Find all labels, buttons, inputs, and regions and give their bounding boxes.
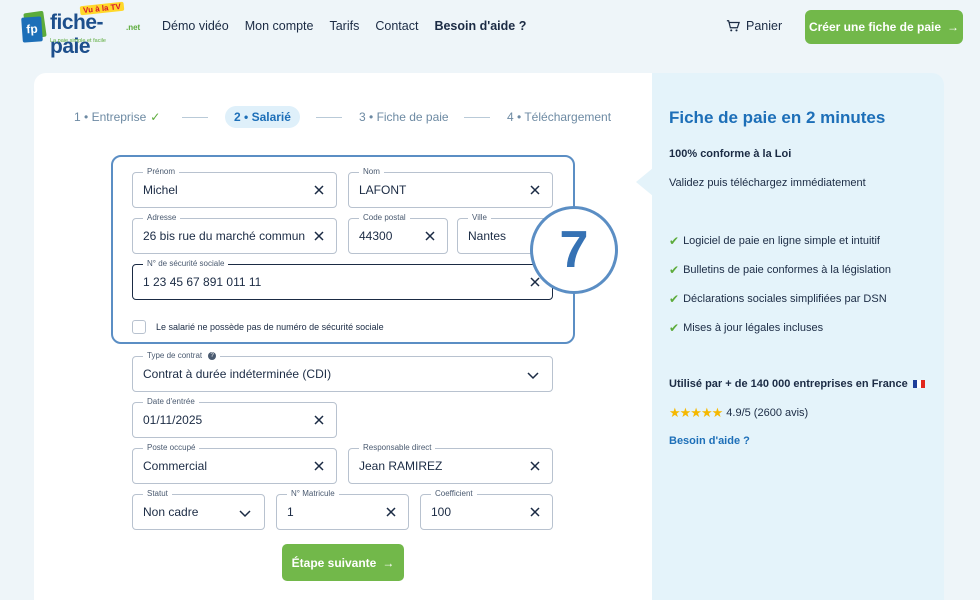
nav-compte[interactable]: Mon compte [245, 19, 314, 33]
clear-icon[interactable] [528, 183, 542, 197]
main-nav: Démo vidéo Mon compte Tarifs Contact Bes… [162, 19, 526, 33]
poste-value: Commercial [143, 459, 208, 473]
nav-demo[interactable]: Démo vidéo [162, 19, 229, 33]
statut-select[interactable]: Statut Non cadre [132, 489, 265, 530]
step-salarie[interactable]: 2 • Salarié [225, 106, 300, 128]
nom-label: Nom [359, 167, 384, 177]
step-telechargement[interactable]: 4 • Téléchargement [507, 106, 611, 128]
sidebar-subtitle: 100% conforme à la Loi [669, 148, 792, 160]
next-step-label: Étape suivante [291, 555, 377, 570]
feature-item: ✔ Mises à jour légales incluses [669, 321, 824, 335]
cp-label: Code postal [359, 213, 410, 223]
check-icon: ✔ [669, 263, 680, 277]
step-entreprise[interactable]: 1 • Entreprise ✓ [74, 106, 160, 128]
nav-contact[interactable]: Contact [375, 19, 418, 33]
responsable-label: Responsable direct [359, 443, 436, 453]
sidebar-notch [636, 168, 653, 196]
cart-label: Panier [746, 19, 783, 33]
star-icon: ★★★★★ [669, 405, 723, 420]
date-entree-field[interactable]: Date d'entrée 01/11/2025 [132, 397, 337, 438]
cart-link[interactable]: Panier [726, 19, 782, 33]
adresse-field[interactable]: Adresse 26 bis rue du marché commun [132, 213, 337, 254]
check-icon: ✓ [150, 110, 161, 124]
logo-tagline: La paie simple et facile [50, 38, 106, 44]
chevron-down-icon [527, 372, 539, 380]
ville-label: Ville [468, 213, 491, 223]
chevron-down-icon [239, 510, 251, 518]
clear-icon[interactable] [312, 183, 326, 197]
contrat-select[interactable]: Type de contrat? Contrat à durée indéter… [132, 351, 553, 392]
responsable-value: Jean RAMIREZ [359, 459, 443, 473]
check-icon: ✔ [669, 292, 680, 306]
check-icon: ✔ [669, 234, 680, 248]
clear-icon[interactable] [423, 229, 437, 243]
clear-icon[interactable] [528, 505, 542, 519]
secu-value: 1 23 45 67 891 011 11 [143, 275, 262, 289]
statut-label: Statut [143, 489, 172, 499]
no-secu-label: Le salarié ne possède pas de numéro de s… [156, 322, 384, 332]
date-label: Date d'entrée [143, 397, 199, 407]
matricule-field[interactable]: N° Matricule 1 [276, 489, 409, 530]
nav-tarifs[interactable]: Tarifs [329, 19, 359, 33]
feature-item: ✔ Logiciel de paie en ligne simple et int… [669, 234, 880, 248]
cp-value: 44300 [359, 229, 393, 243]
sidebar-desc: Validez puis téléchargez immédiatement [669, 177, 866, 189]
logo-mark-icon: fp [21, 10, 47, 43]
contrat-value: Contrat à durée indéterminée (CDI) [143, 367, 332, 381]
ville-value: Nantes [468, 229, 507, 243]
code-postal-field[interactable]: Code postal 44300 [348, 213, 448, 254]
prenom-label: Prénom [143, 167, 180, 177]
secu-field[interactable]: N° de sécurité sociale 1 23 45 67 891 01… [132, 259, 553, 300]
logo-net: .net [126, 23, 141, 32]
matricule-value: 1 [287, 505, 294, 519]
secu-label: N° de sécurité sociale [143, 259, 229, 269]
check-icon: ✔ [669, 321, 680, 335]
logo-word: fiche-paie [50, 11, 104, 58]
coefficient-label: Coefficient [431, 489, 477, 499]
create-payslip-button[interactable]: Créer une fiche de paie → [805, 10, 963, 44]
clear-icon[interactable] [312, 459, 326, 473]
sidebar-title: Fiche de paie en 2 minutes [669, 108, 886, 127]
next-step-button[interactable]: Étape suivante → [282, 544, 404, 581]
logo[interactable]: fp fiche-paie .net Vu à la TV La paie si… [21, 1, 141, 58]
feature-item: ✔ Bulletins de paie conformes à la législ… [669, 263, 891, 277]
prenom-field[interactable]: Prénom Michel [132, 167, 337, 208]
rating-text: 4.9/5 (2600 avis) [726, 407, 809, 419]
help-icon[interactable]: ? [208, 351, 217, 360]
arrow-right-icon: → [382, 555, 395, 570]
coefficient-value: 100 [431, 505, 452, 519]
clear-icon[interactable] [312, 413, 326, 427]
sidebar-help-link[interactable]: Besoin d'aide ? [669, 435, 750, 447]
clear-icon[interactable] [384, 505, 398, 519]
adresse-value: 26 bis rue du marché commun [143, 229, 306, 243]
adresse-label: Adresse [143, 213, 181, 223]
contrat-label: Type de contrat? [143, 351, 221, 361]
cart-icon [726, 20, 740, 32]
france-flag-icon [912, 380, 925, 388]
used-by: Utilisé par + de 140 000 entreprises en … [669, 378, 925, 390]
header: fp fiche-paie .net Vu à la TV La paie si… [0, 0, 980, 60]
step-fiche[interactable]: 3 • Fiche de paie [359, 106, 449, 128]
arrow-right-icon: → [947, 20, 960, 34]
feature-item: ✔ Déclarations sociales simplifiées par D… [669, 292, 887, 306]
responsable-field[interactable]: Responsable direct Jean RAMIREZ [348, 443, 553, 484]
nav-aide[interactable]: Besoin d'aide ? [434, 19, 526, 33]
poste-label: Poste occupé [143, 443, 200, 453]
clear-icon[interactable] [312, 229, 326, 243]
create-payslip-label: Créer une fiche de paie [808, 20, 942, 34]
prenom-value: Michel [143, 183, 178, 197]
nom-field[interactable]: Nom LAFONT [348, 167, 553, 208]
rating: ★★★★★ 4.9/5 (2600 avis) [669, 405, 808, 421]
nom-value: LAFONT [359, 183, 407, 197]
coefficient-field[interactable]: Coefficient 100 [420, 489, 553, 530]
date-value: 01/11/2025 [143, 413, 203, 427]
step-number-badge: 7 [530, 206, 618, 294]
no-secu-checkbox[interactable] [132, 320, 146, 334]
no-secu-row[interactable]: Le salarié ne possède pas de numéro de s… [132, 320, 384, 334]
poste-field[interactable]: Poste occupé Commercial [132, 443, 337, 484]
matricule-label: N° Matricule [287, 489, 339, 499]
clear-icon[interactable] [528, 459, 542, 473]
statut-value: Non cadre [143, 505, 199, 519]
